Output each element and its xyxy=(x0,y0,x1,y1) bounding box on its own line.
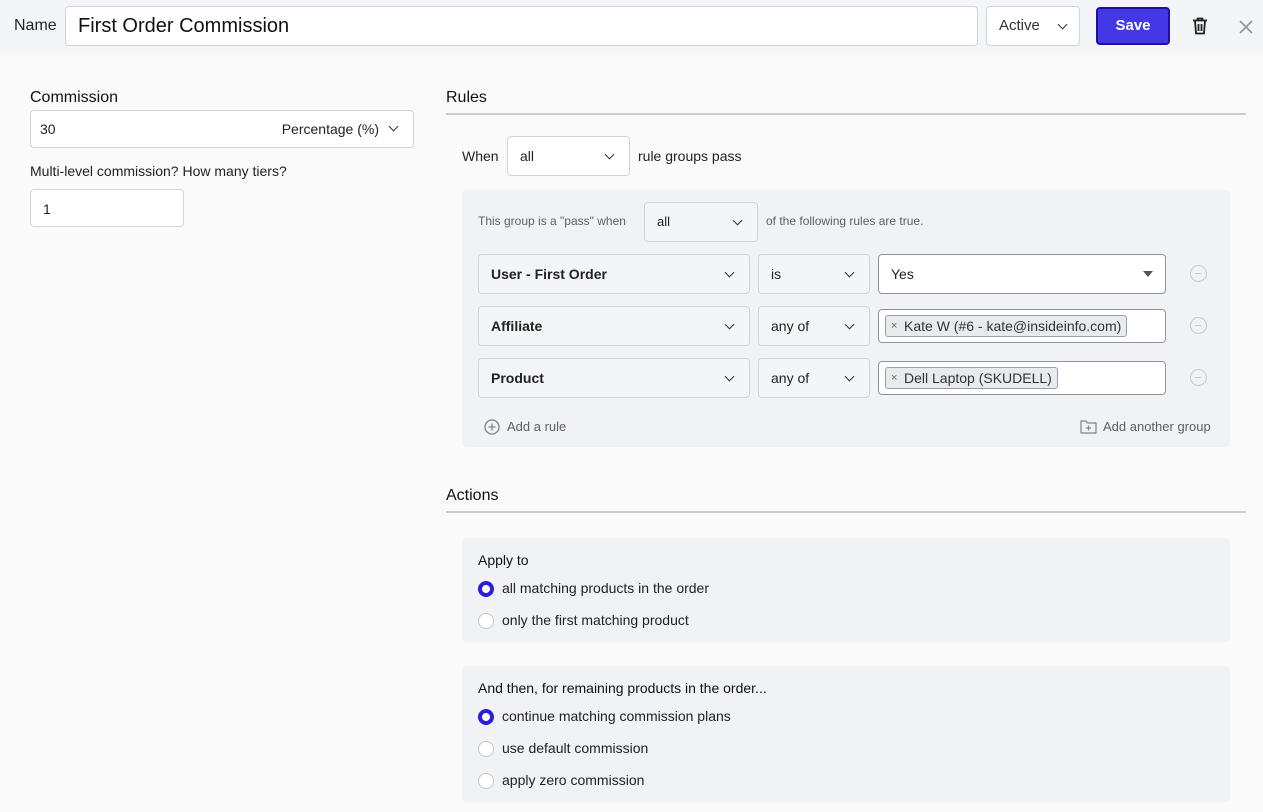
zero-commission-label: apply zero commission xyxy=(502,772,645,788)
group-match-select[interactable]: all xyxy=(644,202,758,242)
rule-field-select[interactable]: User - First Order xyxy=(478,254,750,294)
rules-divider xyxy=(446,113,1246,115)
actions-title: Actions xyxy=(446,487,499,504)
remove-tag-icon[interactable]: × xyxy=(891,368,897,388)
chevron-down-icon xyxy=(844,371,855,382)
caret-down-icon xyxy=(1143,271,1153,277)
rule-operator-select[interactable]: any of xyxy=(758,358,870,398)
group-suffix: of the following rules are true. xyxy=(766,214,924,228)
folder-plus-icon xyxy=(1080,420,1097,434)
plus-circle-icon xyxy=(484,419,500,435)
rule-value: Yes xyxy=(891,266,914,282)
selected-tag: × Dell Laptop (SKUDELL) xyxy=(885,367,1058,389)
remove-rule-icon[interactable] xyxy=(1190,317,1207,334)
remove-tag-icon[interactable]: × xyxy=(891,316,897,336)
rule-operator-value: any of xyxy=(771,318,810,334)
status-value: Active xyxy=(999,17,1040,34)
remove-rule-icon[interactable] xyxy=(1190,369,1207,386)
tag-label: Kate W (#6 - kate@insideinfo.com) xyxy=(904,318,1122,334)
add-group-label: Add another group xyxy=(1103,419,1211,434)
remove-rule-icon[interactable] xyxy=(1190,265,1207,282)
commission-amount-input[interactable]: 30 xyxy=(40,121,56,137)
group-prefix: This group is a "pass" when xyxy=(478,214,626,228)
chevron-down-icon xyxy=(388,121,399,132)
rule-value-tags-input[interactable]: × Kate W (#6 - kate@insideinfo.com) xyxy=(878,309,1166,343)
status-select[interactable]: Active xyxy=(986,6,1080,46)
groups-match-value: all xyxy=(520,148,535,164)
selected-tag: × Kate W (#6 - kate@insideinfo.com) xyxy=(885,315,1128,337)
rule-field-value: User - First Order xyxy=(491,266,607,282)
trash-icon[interactable] xyxy=(1189,15,1211,37)
chevron-down-icon xyxy=(844,319,855,330)
when-label: When xyxy=(462,148,499,164)
chevron-down-icon xyxy=(732,215,743,226)
rule-value-select[interactable]: Yes xyxy=(878,254,1166,294)
name-label: Name xyxy=(14,17,57,34)
chevron-down-icon xyxy=(844,267,855,278)
groups-suffix: rule groups pass xyxy=(638,148,742,164)
commission-label: Commission xyxy=(30,89,119,106)
apply-all-label: all matching products in the order xyxy=(502,580,709,596)
continue-matching-radio[interactable] xyxy=(478,709,494,725)
continue-matching-label: continue matching commission plans xyxy=(502,708,731,724)
remaining-label: And then, for remaining products in the … xyxy=(478,680,767,696)
rule-value-tags-input[interactable]: × Dell Laptop (SKUDELL) xyxy=(878,361,1166,395)
chevron-down-icon xyxy=(1057,19,1068,30)
actions-divider xyxy=(446,511,1246,513)
default-commission-radio[interactable] xyxy=(478,741,494,757)
rule-field-select[interactable]: Affiliate xyxy=(478,306,750,346)
rule-operator-value: any of xyxy=(771,370,810,386)
rule-field-select[interactable]: Product xyxy=(478,358,750,398)
chevron-down-icon xyxy=(604,149,615,160)
rule-operator-select[interactable]: is xyxy=(758,254,870,294)
rule-operator-select[interactable]: any of xyxy=(758,306,870,346)
top-bar: Name First Order Commission Active Save xyxy=(0,0,1263,54)
commission-type-select[interactable]: Percentage (%) xyxy=(282,121,379,137)
apply-all-radio[interactable] xyxy=(478,581,494,597)
apply-first-label: only the first matching product xyxy=(502,612,689,628)
apply-first-radio[interactable] xyxy=(478,613,494,629)
chevron-down-icon xyxy=(724,319,735,330)
chevron-down-icon xyxy=(724,371,735,382)
close-icon[interactable] xyxy=(1236,17,1256,37)
add-rule-label: Add a rule xyxy=(507,419,567,434)
rule-field-value: Product xyxy=(491,370,544,386)
tiers-input[interactable]: 1 xyxy=(30,189,184,227)
add-group-button[interactable]: Add another group xyxy=(1080,418,1212,436)
tag-label: Dell Laptop (SKUDELL) xyxy=(904,370,1052,386)
default-commission-label: use default commission xyxy=(502,740,649,756)
tiers-value: 1 xyxy=(43,201,51,217)
save-button[interactable]: Save xyxy=(1096,7,1170,45)
group-match-value: all xyxy=(657,214,671,229)
chevron-down-icon xyxy=(724,267,735,278)
tiers-label: Multi-level commission? How many tiers? xyxy=(30,163,287,179)
apply-to-label: Apply to xyxy=(478,552,529,568)
rule-operator-value: is xyxy=(771,266,782,282)
rules-title: Rules xyxy=(446,89,487,106)
rule-field-value: Affiliate xyxy=(491,318,543,334)
zero-commission-radio[interactable] xyxy=(478,773,494,789)
commission-field: 30 Percentage (%) xyxy=(30,110,414,148)
plan-name-input[interactable]: First Order Commission xyxy=(65,6,978,46)
groups-match-select[interactable]: all xyxy=(507,136,630,176)
